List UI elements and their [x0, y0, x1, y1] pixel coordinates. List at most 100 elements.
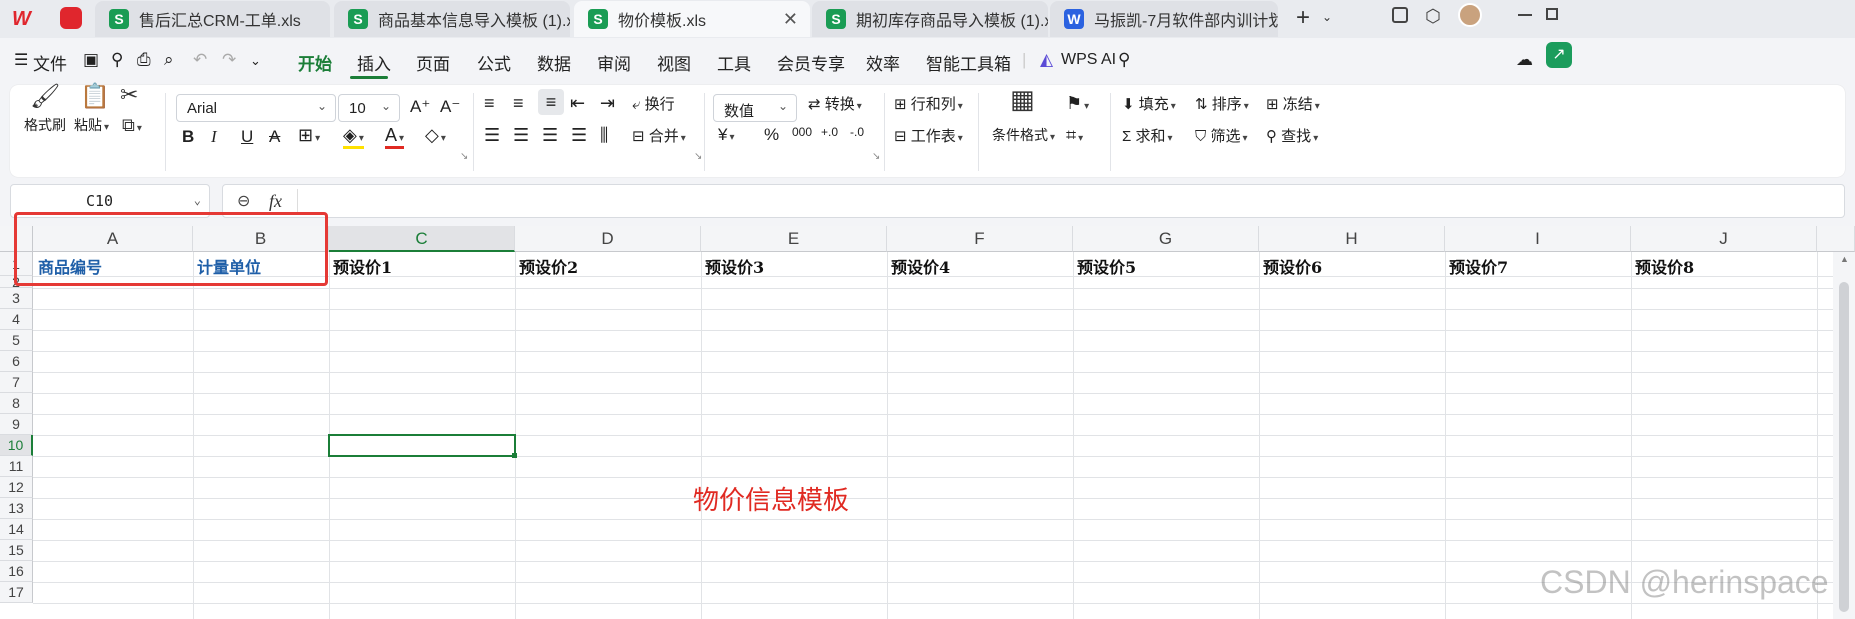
cloud-sync-icon[interactable]: ☁	[1516, 50, 1533, 70]
increase-decimal-button[interactable]: +.0	[821, 125, 838, 139]
quick-access-chevron-icon[interactable]: ⌄	[250, 53, 261, 69]
active-cell-c10[interactable]	[328, 434, 516, 457]
paste-label[interactable]: 粘贴 ▾	[74, 115, 109, 135]
border-icon[interactable]: ⊞ ▾	[298, 125, 320, 146]
column-header-partial[interactable]	[1817, 226, 1855, 252]
font-name-select[interactable]: Arial ⌄	[176, 94, 336, 122]
row-header-16[interactable]: 16	[0, 561, 33, 582]
new-tab-icon[interactable]: +	[1296, 4, 1310, 32]
row-header-11[interactable]: 11	[0, 456, 33, 477]
conditional-format-label[interactable]: 条件格式 ▾	[992, 125, 1055, 145]
print-preview-icon[interactable]: ⌕	[164, 50, 174, 70]
cell-j1[interactable]: 预设价8	[1635, 254, 1694, 278]
spreadsheet-grid[interactable]: A B C D E F G H I J 1 2 3 4 5 6 7 8 9 10…	[0, 212, 1855, 619]
tab-5[interactable]: W 马振凯-7月软件部内训计划(3).doc	[1050, 1, 1278, 37]
vertical-scrollbar[interactable]: ▲	[1833, 252, 1855, 619]
menu-member[interactable]: 会员专享	[777, 50, 845, 75]
tab-4[interactable]: S 期初库存商品导入模板 (1).xls	[812, 1, 1048, 37]
row-header-12[interactable]: 12	[0, 477, 33, 498]
fill-button[interactable]: ⬇ 填充 ▾	[1122, 93, 1176, 114]
format-painter-label[interactable]: 格式刷	[24, 115, 66, 135]
freeze-button[interactable]: ⊞ 冻结 ▾	[1266, 93, 1320, 114]
cell-e1[interactable]: 预设价3	[705, 254, 764, 278]
cube-icon[interactable]: ⬡	[1425, 6, 1441, 27]
row-header-15[interactable]: 15	[0, 540, 33, 561]
worksheet-button[interactable]: ⊟ 工作表 ▾	[894, 125, 963, 146]
row-header-7[interactable]: 7	[0, 372, 33, 393]
scroll-thumb[interactable]	[1839, 282, 1849, 612]
ribbon-launcher-icon[interactable]: ↘	[872, 151, 880, 162]
row-header-4[interactable]: 4	[0, 309, 33, 330]
number-format-select[interactable]: 数值 ⌄	[713, 94, 797, 122]
wps-logo-icon[interactable]: W	[12, 8, 36, 30]
row-header-17[interactable]: 17	[0, 582, 33, 603]
row-header-3[interactable]: 3	[0, 288, 33, 309]
align-bottom-icon[interactable]: ≡	[538, 89, 564, 115]
column-header-i[interactable]: I	[1445, 226, 1631, 252]
column-header-h[interactable]: H	[1259, 226, 1445, 252]
align-top-icon[interactable]: ≡	[484, 93, 495, 114]
thousands-button[interactable]: 000	[792, 125, 812, 139]
menu-efficiency[interactable]: 效率	[866, 50, 900, 75]
table-style-icon[interactable]: ⌗ ▾	[1066, 125, 1083, 146]
column-header-g[interactable]: G	[1073, 226, 1259, 252]
scroll-up-icon[interactable]: ▲	[1840, 254, 1849, 264]
save-icon[interactable]: ▣	[83, 50, 99, 70]
cell-c1[interactable]: 预设价1	[333, 254, 392, 278]
minimize-icon[interactable]	[1518, 14, 1532, 16]
rows-cols-button[interactable]: ⊞ 行和列 ▾	[894, 93, 963, 114]
percent-button[interactable]: %	[764, 125, 779, 145]
merge-button[interactable]: ⊟ 合并 ▾	[632, 125, 686, 146]
row-header-14[interactable]: 14	[0, 519, 33, 540]
row-header-9[interactable]: 9	[0, 414, 33, 435]
column-header-d[interactable]: D	[515, 226, 701, 252]
align-middle-icon[interactable]: ≡	[513, 93, 524, 114]
menu-formula[interactable]: 公式	[477, 50, 511, 75]
cell-style-icon[interactable]: ⚑ ▾	[1066, 93, 1089, 114]
underline-button[interactable]: U	[241, 127, 253, 147]
cut-icon[interactable]: ✂	[120, 84, 138, 106]
menu-insert[interactable]: 插入	[357, 50, 391, 75]
chevron-down-icon[interactable]: ⌄	[1322, 10, 1332, 24]
paste-icon[interactable]: 📋	[80, 85, 110, 109]
menu-data[interactable]: 数据	[537, 50, 571, 75]
find-button[interactable]: ⚲ 查找 ▾	[1266, 125, 1318, 146]
align-right-icon[interactable]: ☰	[542, 125, 558, 146]
row-header-13[interactable]: 13	[0, 498, 33, 519]
currency-button[interactable]: ¥ ▾	[718, 125, 735, 145]
menu-review[interactable]: 审阅	[597, 50, 631, 75]
column-header-c[interactable]: C	[329, 226, 515, 252]
fx-icon[interactable]: fx	[269, 191, 282, 212]
formula-input[interactable]: ⊖ fx	[222, 184, 1845, 218]
redo-icon[interactable]: ↷	[222, 50, 236, 70]
wps-pdf-icon[interactable]	[60, 7, 82, 29]
italic-button[interactable]: I	[211, 127, 217, 147]
zoom-formula-icon[interactable]: ⊖	[237, 191, 250, 211]
menu-smart-toolbox[interactable]: 智能工具箱	[926, 50, 1011, 75]
column-header-f[interactable]: F	[887, 226, 1073, 252]
filter-button[interactable]: ⛉ 筛选 ▾	[1195, 125, 1247, 146]
sum-button[interactable]: Σ 求和 ▾	[1122, 125, 1173, 146]
row-header-5[interactable]: 5	[0, 330, 33, 351]
conditional-format-icon[interactable]: ▦	[1010, 86, 1035, 112]
column-header-e[interactable]: E	[701, 226, 887, 252]
menu-wps-ai[interactable]: WPS AI	[1061, 51, 1116, 69]
share-icon[interactable]: ⚲	[111, 50, 123, 70]
format-painter-icon[interactable]: 🖌	[30, 85, 60, 109]
fill-handle[interactable]	[512, 453, 517, 458]
decrease-decimal-button[interactable]: -.0	[850, 125, 864, 139]
wps-ai-icon[interactable]: ◭	[1040, 50, 1053, 70]
align-left-icon[interactable]: ☰	[484, 125, 500, 146]
convert-button[interactable]: ⇄ 转换 ▾	[808, 93, 862, 114]
cell-d1[interactable]: 预设价2	[519, 254, 578, 278]
menu-page[interactable]: 页面	[416, 50, 450, 75]
tab-1[interactable]: S 售后汇总CRM-工单.xls	[95, 1, 330, 37]
copy-icon[interactable]: ⧉ ▾	[122, 115, 142, 139]
hamburger-icon[interactable]: ☰	[14, 50, 28, 70]
decrease-font-icon[interactable]: A⁻	[440, 97, 460, 117]
justify-icon[interactable]: ☰	[571, 125, 587, 146]
menu-tools[interactable]: 工具	[717, 50, 751, 75]
tab-2[interactable]: S 商品基本信息导入模板 (1).xls	[334, 1, 570, 37]
cell-f1[interactable]: 预设价4	[891, 254, 950, 278]
close-icon[interactable]: ✕	[783, 9, 798, 30]
